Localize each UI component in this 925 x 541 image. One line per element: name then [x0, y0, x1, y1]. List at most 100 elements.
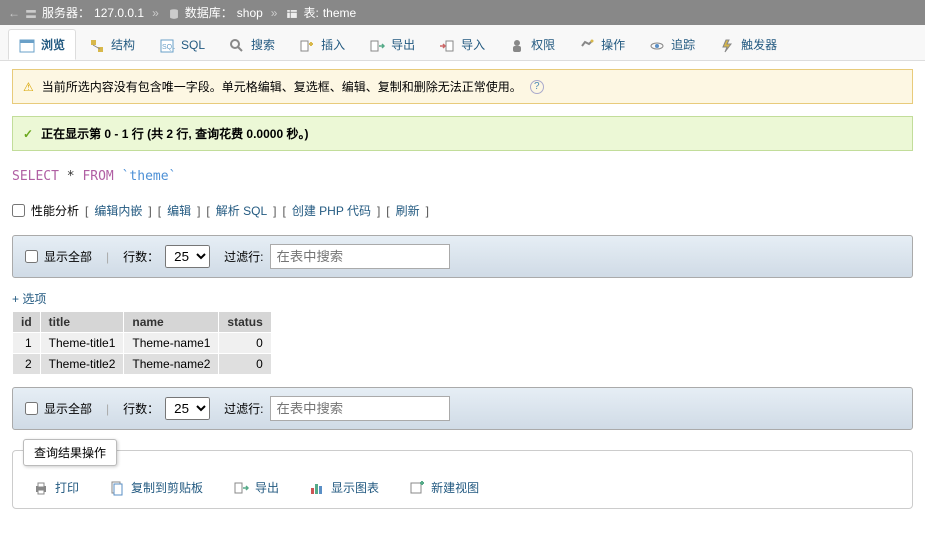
export-icon: [233, 480, 249, 496]
table-label: 表:: [303, 4, 318, 21]
options-toggle[interactable]: + 选项: [12, 290, 913, 307]
filter-label: 过滤行:: [224, 248, 263, 265]
th-name[interactable]: name: [124, 312, 219, 333]
th-title[interactable]: title: [40, 312, 124, 333]
tab-sql[interactable]: SQL SQL: [148, 29, 216, 60]
insert-icon: [299, 38, 315, 52]
tab-import[interactable]: 导入: [428, 29, 496, 60]
sql-table: `theme`: [122, 169, 177, 184]
op-export[interactable]: 导出: [233, 479, 279, 496]
tab-label: 导入: [461, 36, 485, 53]
table-value[interactable]: theme: [323, 6, 356, 20]
tab-privileges[interactable]: 权限: [498, 29, 566, 60]
table-row[interactable]: 1 Theme-title1 Theme-name1 0: [13, 333, 272, 354]
warning-box: ⚠ 当前所选内容没有包含唯一字段。单元格编辑、复选框、编辑、复制和删除无法正常使…: [12, 69, 913, 104]
op-create-view[interactable]: 新建视图: [409, 479, 479, 496]
triggers-icon: [719, 38, 735, 52]
database-icon: [167, 7, 181, 19]
warning-text: 当前所选内容没有包含唯一字段。单元格编辑、复选框、编辑、复制和删除无法正常使用。: [42, 78, 522, 95]
filter-input[interactable]: [270, 244, 450, 269]
rows-label: 行数：: [123, 248, 159, 265]
tab-label: 插入: [321, 36, 345, 53]
sql-icon: SQL: [159, 38, 175, 52]
op-label: 打印: [55, 479, 79, 496]
results-table: id title name status 1 Theme-title1 Them…: [12, 311, 272, 375]
tab-label: 触发器: [741, 36, 777, 53]
profiling-label: 性能分析: [31, 202, 79, 219]
tab-label: 导出: [391, 36, 415, 53]
table-row[interactable]: 2 Theme-title2 Theme-name2 0: [13, 354, 272, 375]
rows-label: 行数：: [123, 400, 159, 417]
show-all-label: 显示全部: [44, 400, 92, 417]
tracking-icon: [649, 38, 665, 52]
cell-id: 1: [13, 333, 41, 354]
sql-star: *: [67, 169, 75, 184]
privileges-icon: [509, 38, 525, 52]
tab-tracking[interactable]: 追踪: [638, 29, 706, 60]
warning-icon: ⚠: [23, 80, 34, 94]
breadcrumb: ← 服务器： 127.0.0.1 » 数据库： shop » 表: theme: [0, 0, 925, 25]
op-copy-clipboard[interactable]: 复制到剪贴板: [109, 479, 203, 496]
export-icon: [369, 38, 385, 52]
table-icon: [285, 7, 299, 19]
op-label: 显示图表: [331, 479, 379, 496]
cell-status: 0: [219, 333, 271, 354]
search-icon: [229, 38, 245, 52]
filter-input[interactable]: [270, 396, 450, 421]
th-status[interactable]: status: [219, 312, 271, 333]
server-value[interactable]: 127.0.0.1: [94, 6, 144, 20]
tab-operations[interactable]: 操作: [568, 29, 636, 60]
structure-icon: [89, 38, 105, 52]
chart-icon: [309, 480, 325, 496]
help-icon[interactable]: ?: [530, 80, 544, 94]
op-chart[interactable]: 显示图表: [309, 479, 379, 496]
profiling-checkbox[interactable]: [12, 204, 25, 217]
th-id[interactable]: id: [13, 312, 41, 333]
tab-search[interactable]: 搜索: [218, 29, 286, 60]
tab-label: SQL: [181, 38, 205, 52]
browse-icon: [19, 38, 35, 52]
link-explain-sql[interactable]: 解析 SQL: [216, 202, 267, 219]
tab-export[interactable]: 导出: [358, 29, 426, 60]
rows-select[interactable]: 25: [165, 245, 210, 268]
ops-title: 查询结果操作: [23, 439, 117, 466]
rows-select[interactable]: 25: [165, 397, 210, 420]
import-icon: [439, 38, 455, 52]
cell-title: Theme-title2: [40, 354, 124, 375]
success-text: 正在显示第 0 - 1 行 (共 2 行, 查询花费 0.0000 秒。): [41, 125, 308, 142]
link-edit[interactable]: 编辑: [167, 202, 191, 219]
show-all-checkbox[interactable]: [25, 402, 38, 415]
cell-status: 0: [219, 354, 271, 375]
op-label: 导出: [255, 479, 279, 496]
filter-bar-top: 显示全部 | 行数： 25 过滤行:: [12, 235, 913, 278]
server-label: 服务器：: [42, 4, 90, 21]
tab-label: 操作: [601, 36, 625, 53]
back-arrow-icon[interactable]: ←: [8, 6, 20, 20]
tabs: 浏览 结构 SQL SQL 搜索 插入 导出 导入 权限 操作 追踪 触发器: [0, 25, 925, 61]
db-value[interactable]: shop: [237, 6, 263, 20]
op-print[interactable]: 打印: [33, 479, 79, 496]
cell-name: Theme-name1: [124, 333, 219, 354]
sql-select: SELECT: [12, 169, 59, 184]
link-refresh[interactable]: 刷新: [396, 202, 420, 219]
view-icon: [409, 480, 425, 496]
filter-bar-bottom: 显示全部 | 行数： 25 过滤行:: [12, 387, 913, 430]
check-icon: ✓: [23, 127, 33, 141]
op-label: 复制到剪贴板: [131, 479, 203, 496]
tab-label: 权限: [531, 36, 555, 53]
operations-icon: [579, 38, 595, 52]
link-create-php[interactable]: 创建 PHP 代码: [292, 202, 371, 219]
svg-text:SQL: SQL: [162, 44, 175, 51]
tab-triggers[interactable]: 触发器: [708, 29, 788, 60]
link-edit-inline[interactable]: 编辑内嵌: [94, 202, 142, 219]
show-all-label: 显示全部: [44, 248, 92, 265]
tab-structure[interactable]: 结构: [78, 29, 146, 60]
success-box: ✓ 正在显示第 0 - 1 行 (共 2 行, 查询花费 0.0000 秒。): [12, 116, 913, 151]
cell-name: Theme-name2: [124, 354, 219, 375]
result-operations: 查询结果操作 打印 复制到剪贴板 导出 显示图表 新建视图: [12, 450, 913, 509]
db-label: 数据库：: [185, 4, 233, 21]
tab-browse[interactable]: 浏览: [8, 29, 76, 60]
clipboard-icon: [109, 480, 125, 496]
tab-insert[interactable]: 插入: [288, 29, 356, 60]
show-all-checkbox[interactable]: [25, 250, 38, 263]
